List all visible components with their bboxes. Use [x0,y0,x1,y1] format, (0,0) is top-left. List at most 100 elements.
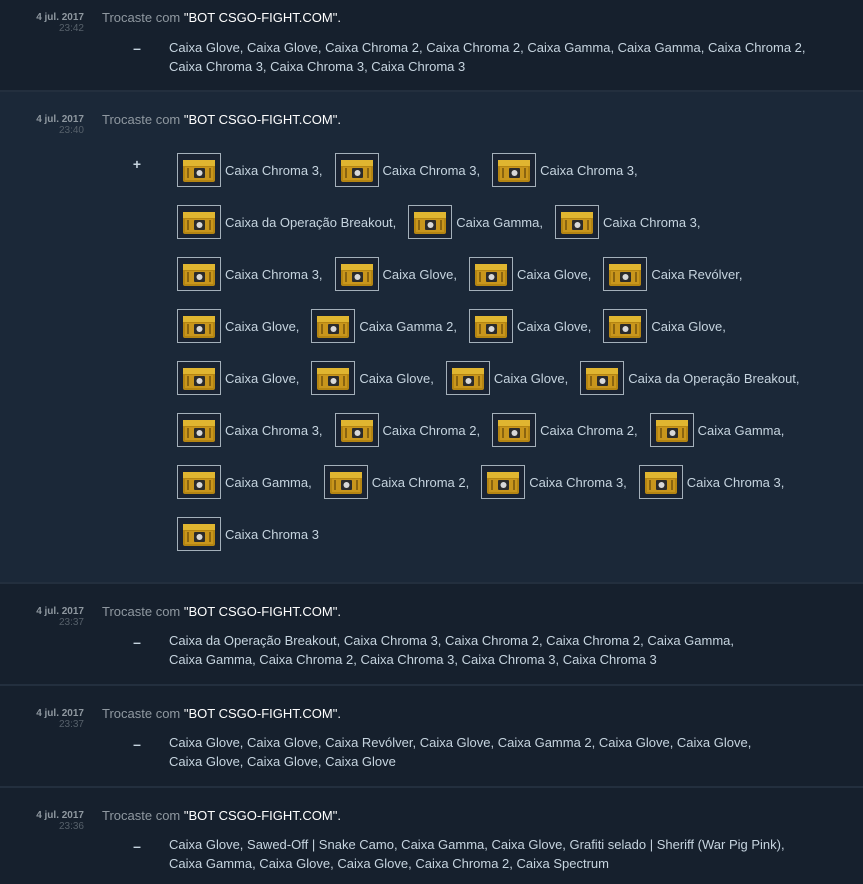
traded-item[interactable]: Caixa Chroma 3, [334,153,481,187]
case-icon[interactable] [334,153,379,187]
trade-description: Trocaste com "BOT CSGO-FIGHT.COM". [102,604,341,619]
case-icon[interactable] [408,205,453,239]
traded-item[interactable]: Caixa Glove, [311,361,434,395]
item-label: Caixa Chroma 3, [225,422,323,438]
traded-item[interactable]: Caixa da Operação Breakout, [177,205,396,239]
item-label: Caixa da Operação Breakout, [628,370,800,386]
traded-item[interactable]: Caixa Chroma 2, [492,413,638,447]
traded-item[interactable]: Caixa Glove, [603,309,726,343]
case-icon[interactable] [177,153,221,187]
case-icon[interactable] [177,361,221,395]
traded-item[interactable]: Caixa Chroma 2, [334,413,481,447]
case-icon[interactable] [638,465,683,499]
item-label: Caixa Glove, [516,318,592,334]
items-lost-sign: – [133,838,141,854]
trade-partner[interactable]: "BOT CSGO-FIGHT.COM". [184,706,341,721]
case-icon[interactable] [445,361,490,395]
case-icon[interactable] [481,465,526,499]
trade-description: Trocaste com "BOT CSGO-FIGHT.COM". [102,808,341,823]
traded-item[interactable]: Caixa Chroma 3, [554,205,701,239]
item-list: Caixa da Operação Breakout, Caixa Chroma… [169,633,735,667]
trade-partner[interactable]: "BOT CSGO-FIGHT.COM". [184,808,341,823]
case-icon[interactable] [334,257,379,291]
case-icon[interactable] [177,257,221,291]
case-icon[interactable] [649,413,694,447]
item-label: Caixa Glove, [359,370,434,386]
item-label: Caixa Glove, [225,370,300,386]
case-icon[interactable] [603,309,648,343]
item-label: Caixa Chroma 3, [529,474,627,490]
traded-item[interactable]: Caixa Chroma 3, [177,153,323,187]
trade-partner[interactable]: "BOT CSGO-FIGHT.COM". [184,112,341,127]
case-icon[interactable] [177,465,221,499]
case-icon[interactable] [492,153,537,187]
traded-item[interactable]: Caixa Chroma 2, [323,465,470,499]
items-gained-sign: + [132,156,142,172]
item-label: Caixa Glove, [225,318,300,334]
item-label: Caixa Glove, [516,266,592,282]
traded-item[interactable]: Caixa Chroma 3, [492,153,638,187]
case-icon[interactable] [177,517,221,551]
item-row: Caixa Chroma 3, Caixa Chroma 3, Caixa Chro… [177,148,857,192]
traded-item[interactable]: Caixa Gamma 2, [311,309,457,343]
case-icon[interactable] [468,309,513,343]
item-list: Caixa Glove, Caixa Glove, Caixa Chroma 2… [169,40,806,74]
item-label: Caixa Glove, [382,266,457,282]
trade-date: 4 jul. 2017 23:36 [36,810,84,832]
item-label: Caixa Chroma 3, [382,162,481,178]
item-row: Caixa Glove, Caixa Glove, Caixa Glove, Caix… [177,356,857,400]
trade-partner[interactable]: "BOT CSGO-FIGHT.COM". [184,604,341,619]
case-icon[interactable] [468,257,513,291]
item-label: Caixa Chroma 2, [540,422,638,438]
item-list: Caixa Glove, Sawed-Off | Snake Camo, Cai… [169,837,785,871]
traded-item[interactable]: Caixa Chroma 3, [177,413,323,447]
trade-description: Trocaste com "BOT CSGO-FIGHT.COM". [102,706,341,721]
trade-entry: 4 jul. 2017 23:36 Trocaste com "BOT CSGO-… [0,788,863,884]
traded-item[interactable]: Caixa Glove, [177,309,299,343]
traded-item[interactable]: Caixa Revólver, [603,257,742,291]
traded-item[interactable]: Caixa Gamma, [649,413,784,447]
case-icon[interactable] [492,413,537,447]
case-icon[interactable] [334,413,379,447]
item-label: Caixa Chroma 3, [225,162,323,178]
item-label: Caixa Glove, [493,370,569,386]
item-row: Caixa Chroma 3, Caixa Glove, Caixa Glove, C… [177,252,857,296]
case-icon[interactable] [554,205,599,239]
trade-partner[interactable]: "BOT CSGO-FIGHT.COM". [184,10,341,25]
trade-entry: 4 jul. 2017 23:42 Trocaste com "BOT CSGO-… [0,0,863,92]
traded-item[interactable]: Caixa da Operação Breakout, [580,361,800,395]
case-icon[interactable] [323,465,368,499]
traded-item[interactable]: Caixa Glove, [445,361,569,395]
traded-item[interactable]: Caixa Chroma 3, [638,465,785,499]
traded-item[interactable]: Caixa Glove, [468,309,592,343]
trade-date: 4 jul. 2017 23:42 [36,12,84,34]
traded-item[interactable]: Caixa Glove, [177,361,299,395]
item-label: Caixa Chroma 3, [686,474,785,490]
case-icon[interactable] [311,309,356,343]
item-label: Caixa Gamma 2, [359,318,457,334]
traded-item[interactable]: Caixa Glove, [334,257,457,291]
item-row: Caixa da Operação Breakout, Caixa Gamma, C… [177,200,857,244]
trade-date: 4 jul. 2017 23:40 [36,114,84,136]
case-icon[interactable] [311,361,356,395]
traded-item[interactable]: Caixa Gamma, [177,465,312,499]
item-label: Caixa Chroma 2, [382,422,481,438]
item-label: Caixa Chroma 3, [225,266,323,282]
case-icon[interactable] [603,257,648,291]
traded-item[interactable]: Caixa Chroma 3, [481,465,627,499]
traded-item[interactable]: Caixa Gamma, [408,205,543,239]
traded-item[interactable]: Caixa Chroma 3 [177,517,319,551]
items-lost-sign: – [133,736,141,752]
case-icon[interactable] [177,309,221,343]
item-row: Caixa Gamma, Caixa Chroma 2, Caixa Chroma … [177,460,857,504]
item-label: Caixa Chroma 2, [371,474,470,490]
trade-date: 4 jul. 2017 23:37 [36,606,84,628]
case-icon[interactable] [177,413,221,447]
traded-item[interactable]: Caixa Glove, [468,257,592,291]
trade-description: Trocaste com "BOT CSGO-FIGHT.COM". [102,10,341,25]
item-row: Caixa Chroma 3 [177,512,857,556]
traded-item[interactable]: Caixa Chroma 3, [177,257,323,291]
case-icon[interactable] [580,361,625,395]
case-icon[interactable] [177,205,221,239]
item-label: Caixa Chroma 3, [602,214,701,230]
